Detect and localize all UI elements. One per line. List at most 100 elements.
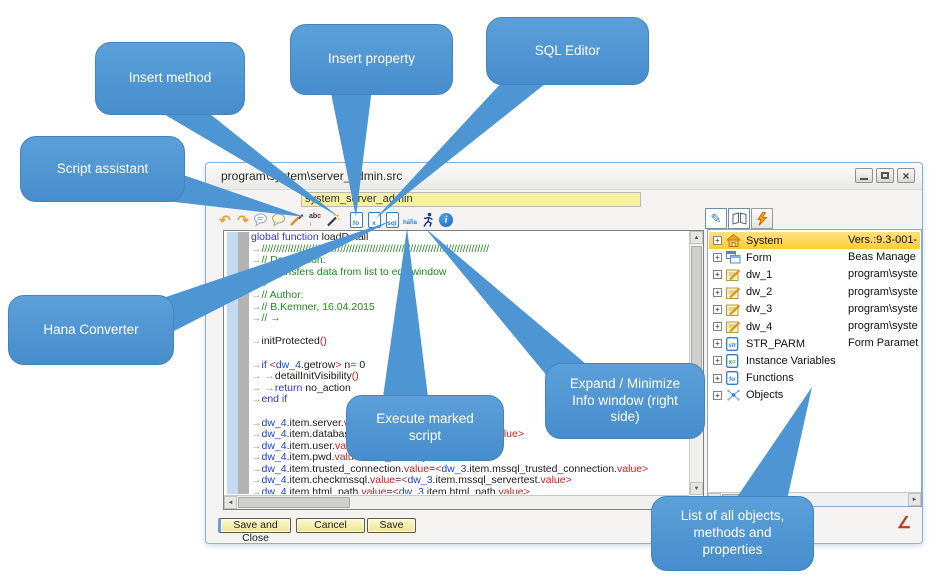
code-line: →initProtected() (251, 336, 689, 348)
tree-row-dw-3[interactable]: + dw_3 program\syste (709, 301, 920, 318)
insert-method-doc-icon[interactable]: fo (348, 211, 364, 229)
scroll-left-icon[interactable]: ◄ (224, 496, 237, 509)
window-controls: × (855, 168, 915, 183)
sql-editor-doc-icon[interactable]: sql (384, 211, 400, 229)
tree-row-dw-2[interactable]: + dw_2 program\syste (709, 284, 920, 301)
tree-row-dw-1[interactable]: +dw_1program\syste (709, 266, 920, 283)
redo-icon[interactable]: ↷ (235, 211, 251, 229)
tree-row-instance-variables[interactable]: + x= Instance Variables (709, 352, 920, 369)
tree-label: Functions (746, 372, 794, 384)
tree-label: dw_2 (746, 286, 772, 298)
callout-script-assistant: Script assistant (20, 136, 185, 202)
tree-label: Form (746, 252, 772, 264)
script-assistant-abc-icon[interactable]: abc↓ (307, 211, 323, 229)
editor-toolbar: ↶↷ abc↓ foxsql→hana i (217, 209, 454, 231)
tree-row-form[interactable]: +FormBeas Manage (709, 249, 920, 266)
fo-doc-icon: fo (726, 371, 742, 385)
tree-row-system[interactable]: + System Vers.:9.3-001- (709, 232, 920, 249)
expand-icon[interactable]: + (713, 322, 722, 331)
expand-icon[interactable]: + (713, 288, 722, 297)
scroll-up-icon[interactable]: ▲ (690, 231, 703, 244)
info-window-icon[interactable]: i (438, 211, 454, 229)
x-doc-icon: x= (726, 354, 742, 368)
resize-handle-icon[interactable]: ∠ (897, 513, 911, 533)
scroll-down-icon[interactable]: ▼ (690, 482, 703, 495)
editor-gutter (238, 232, 249, 494)
tree-label: STR_PARM (746, 338, 805, 350)
svg-text:fo: fo (729, 376, 735, 383)
editor-margin-strip (227, 232, 238, 494)
tree-value: program\syste (848, 320, 918, 332)
expand-icon[interactable]: + (713, 236, 722, 245)
maximize-icon (881, 172, 889, 179)
callout-insert-method: Insert method (95, 42, 245, 115)
undo-icon[interactable]: ↶ (217, 211, 233, 229)
script-editor-window: program\system\server_admin.src × system… (205, 162, 923, 544)
expand-icon[interactable]: + (713, 339, 722, 348)
svg-text:str: str (728, 343, 736, 349)
save-and-close-button[interactable]: Save and Close (218, 518, 291, 533)
home-icon (726, 234, 742, 247)
run-script-icon[interactable] (420, 211, 436, 229)
reference-book-button[interactable] (728, 208, 750, 229)
callout-list-objects: List of all objects, methods and propert… (651, 496, 814, 571)
object-tree: +SystemVers.:9.3-001-+FormBeas Manage+dw… (709, 232, 920, 491)
tree-label: Objects (746, 389, 783, 401)
expand-icon[interactable]: + (713, 374, 722, 383)
tree-value: program\syste (848, 303, 918, 315)
callout-execute-script: Execute marked script (346, 395, 504, 461)
tree-row-dw-4[interactable]: +dw_4program\syste (709, 318, 920, 335)
notepad-icon (726, 320, 742, 333)
tree-row-functions[interactable]: + fo Functions (709, 370, 920, 387)
magic-wand-icon[interactable] (325, 211, 341, 229)
callout-sql-editor: SQL Editor (486, 17, 649, 85)
save-button[interactable]: Save (367, 518, 416, 533)
lightning-button[interactable] (751, 208, 773, 229)
minimize-button[interactable] (855, 168, 873, 183)
tree-label: dw_3 (746, 303, 772, 315)
callout-expand-info: Expand / Minimize Info window (right sid… (545, 363, 705, 439)
editor-horizontal-scrollbar[interactable]: ◄ ► (224, 495, 689, 509)
notepad-icon (726, 286, 742, 299)
notepad-icon (726, 303, 742, 316)
insert-property-doc-icon[interactable]: x (366, 211, 382, 229)
hscroll-thumb[interactable] (238, 497, 350, 508)
expand-icon[interactable]: + (713, 356, 722, 365)
right-panel-toolbar: ✎ (705, 208, 773, 229)
tree-value: program\syste (848, 286, 918, 298)
callout-insert-property: Insert property (290, 24, 453, 95)
paintbrush-icon[interactable] (289, 211, 305, 229)
code-line: →// (251, 278, 689, 290)
maximize-button[interactable] (876, 168, 894, 183)
close-button[interactable]: × (897, 168, 915, 183)
hana-converter-icon[interactable]: →hana (402, 211, 418, 229)
scroll-right-icon[interactable]: ► (908, 493, 921, 506)
tree-label: System (746, 235, 783, 247)
tree-label: dw_1 (746, 269, 772, 281)
expand-icon[interactable]: + (713, 391, 722, 400)
notepad-icon (726, 268, 742, 281)
tree-label: Instance Variables (746, 355, 836, 367)
tree-value: Vers.:9.3-001- (848, 234, 917, 246)
tree-row-objects[interactable]: + Objects (709, 387, 920, 404)
str-doc-icon: str (726, 337, 742, 351)
expand-icon[interactable]: + (713, 270, 722, 279)
edit-pencil-button[interactable]: ✎ (705, 208, 727, 229)
screenshot-stage: program\system\server_admin.src × system… (0, 0, 940, 577)
title-bar[interactable]: program\system\server_admin.src × (206, 163, 922, 190)
comment-empty-icon[interactable] (271, 211, 287, 229)
tree-row-str-parm[interactable]: +strSTR_PARMForm Paramet (709, 335, 920, 352)
code-line: →// Transfers data from list to edit win… (251, 267, 689, 279)
object-tree-panel: +SystemVers.:9.3-001-+FormBeas Manage+dw… (707, 229, 922, 507)
form-icon (726, 251, 742, 264)
expand-icon[interactable]: + (713, 305, 722, 314)
code-line: →// B.Kemner, 16.04.2015 (251, 302, 689, 314)
expand-icon[interactable]: + (713, 253, 722, 262)
minimize-icon (860, 178, 868, 180)
vscroll-thumb[interactable] (691, 246, 702, 376)
cancel-button[interactable]: Cancel (296, 518, 365, 533)
script-name-input[interactable]: system_server_admin (301, 192, 641, 207)
comment-lines-icon[interactable] (253, 211, 269, 229)
callout-hana-converter: Hana Converter (8, 295, 174, 365)
objects-icon (726, 389, 742, 402)
